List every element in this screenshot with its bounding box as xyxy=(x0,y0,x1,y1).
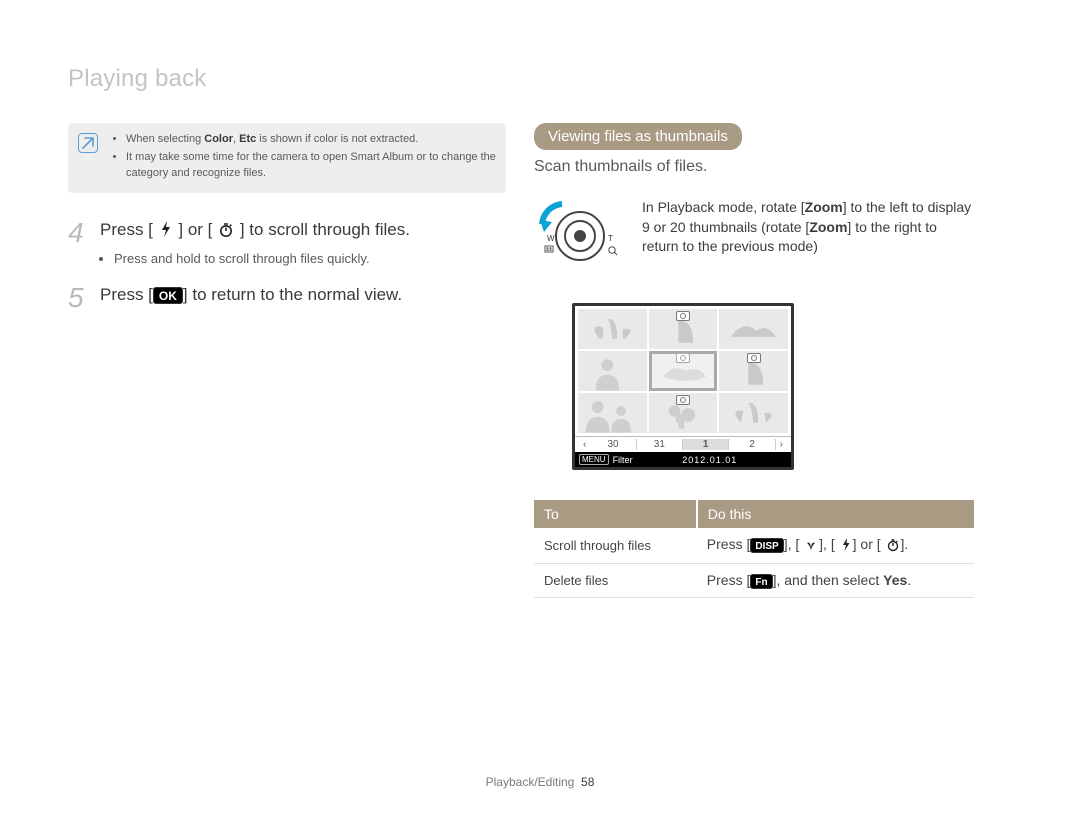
step-4: 4 Press [ ] or [ ] to scroll through fil xyxy=(68,219,506,266)
step-5: 5 Press [OK] to return to the normal vie… xyxy=(68,284,506,312)
thumb xyxy=(649,393,718,433)
thumb xyxy=(578,309,647,349)
menu-key-icon: MENU xyxy=(579,454,609,465)
zoom-dial-text: In Playback mode, rotate [Zoom] to the l… xyxy=(642,198,974,257)
table-row: Delete files Press [Fn], and then select… xyxy=(534,564,974,598)
chevron-left-icon: ‹ xyxy=(579,439,590,450)
page-footer: Playback/Editing 58 xyxy=(0,775,1080,789)
note-bullet: When selecting Color, Etc is shown if co… xyxy=(126,132,496,148)
step-number: 5 xyxy=(68,284,90,312)
lcd-footer: MENU Filter 2012.01.01 xyxy=(575,452,791,467)
thumb xyxy=(578,351,647,391)
camera-badge-icon xyxy=(676,311,690,321)
fn-key: Fn xyxy=(750,574,772,589)
flash-left-icon xyxy=(159,220,173,245)
table-cell: Press [Fn], and then select Yes. xyxy=(697,564,974,598)
svg-text:W: W xyxy=(547,234,555,243)
camera-badge-icon xyxy=(676,353,690,363)
camera-badge-icon xyxy=(676,395,690,405)
note-box: When selecting Color, Etc is shown if co… xyxy=(68,123,506,193)
chevron-right-icon: › xyxy=(776,439,787,450)
step-number: 4 xyxy=(68,219,90,266)
section-heading: Viewing files as thumbnails xyxy=(534,123,742,150)
table-cell: Press [DISP], [ ], [ ] or [ ]. xyxy=(697,528,974,564)
table-header-do: Do this xyxy=(697,500,974,528)
table-header-to: To xyxy=(534,500,697,528)
lcd-thumbnail-screen: ‹ 30 31 1 2 › MENU Filter 2012.01.01 xyxy=(572,303,794,470)
thumb xyxy=(719,309,788,349)
lcd-calendar-strip: ‹ 30 31 1 2 › xyxy=(575,436,791,452)
step-text: Press [OK] to return to the normal view. xyxy=(100,284,506,307)
step-text: Press [ ] or [ ] to scroll through files… xyxy=(100,219,506,245)
timer-right-icon xyxy=(218,222,234,245)
flash-icon xyxy=(840,537,852,555)
camera-badge-icon xyxy=(747,353,761,363)
table-cell: Scroll through files xyxy=(534,528,697,564)
timer-icon xyxy=(886,538,900,555)
section-intro: Scan thumbnails of files. xyxy=(534,158,974,176)
note-bullet: It may take some time for the camera to … xyxy=(126,150,496,182)
thumb xyxy=(719,393,788,433)
macro-icon xyxy=(804,538,818,555)
thumb-selected xyxy=(649,351,718,391)
note-icon xyxy=(78,133,98,153)
thumb xyxy=(578,393,647,433)
step-sub-bullet: Press and hold to scroll through files q… xyxy=(114,251,506,266)
thumb xyxy=(719,351,788,391)
instruction-table: To Do this Scroll through files Press [D… xyxy=(534,500,974,598)
zoom-dial-illustration: W T xyxy=(534,198,624,275)
table-row: Scroll through files Press [DISP], [ ], … xyxy=(534,528,974,564)
disp-key: DISP xyxy=(750,538,783,553)
ok-key: OK xyxy=(153,287,183,304)
page-title: Playing back xyxy=(68,65,990,93)
table-cell: Delete files xyxy=(534,564,697,598)
thumb xyxy=(649,309,718,349)
svg-text:T: T xyxy=(608,234,613,243)
